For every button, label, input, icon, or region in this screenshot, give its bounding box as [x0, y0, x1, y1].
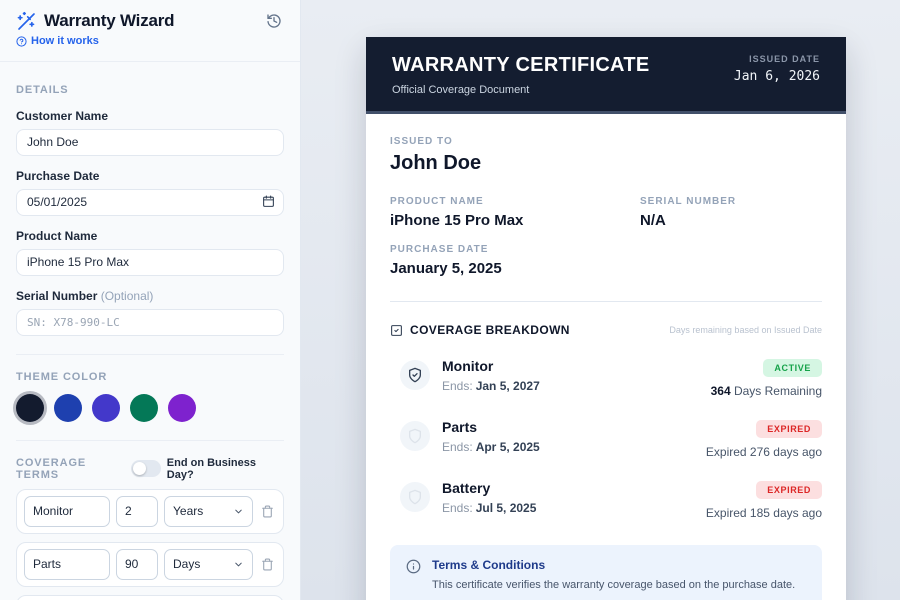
- purchase-date-value: January 5, 2025: [390, 260, 502, 277]
- status-badge-expired: EXPIRED: [756, 481, 822, 499]
- purchase-date-label: Purchase Date: [16, 168, 100, 183]
- purchase-date-input[interactable]: [16, 188, 284, 216]
- wand-sparkles-icon: [16, 11, 36, 31]
- coverage-item-name: Battery: [442, 480, 491, 496]
- term-unit-select[interactable]: Years: [164, 495, 253, 527]
- product-name-label: Product Name: [16, 228, 98, 243]
- issued-to-value: John Doe: [390, 152, 482, 174]
- coverage-breakdown-heading: COVERAGE BREAKDOWN: [410, 323, 570, 337]
- info-icon: [406, 559, 421, 574]
- coverage-terms-heading: COVERAGE TERMS: [16, 456, 87, 481]
- shield-icon-dim: [400, 482, 430, 512]
- term-name-input[interactable]: [24, 548, 110, 580]
- theme-swatch-purple[interactable]: [168, 393, 196, 422]
- term-unit-select[interactable]: Days: [164, 548, 253, 580]
- coverage-item-ends: Ends: Jul 5, 2025: [442, 501, 537, 515]
- coverage-item-remaining: 364 Days Remaining: [710, 384, 822, 398]
- shield-check-icon: [400, 360, 430, 390]
- issued-date-label: ISSUED DATE: [749, 54, 820, 64]
- term-name-input[interactable]: [24, 495, 110, 527]
- coverage-term-row: Years: [16, 488, 284, 534]
- theme-swatch-blue[interactable]: [54, 393, 82, 422]
- customer-name-label: Customer Name: [16, 108, 109, 123]
- serial-optional-note: (Optional): [100, 288, 154, 303]
- sidebar-header: Warranty Wizard How it works: [0, 0, 300, 62]
- delete-term-button[interactable]: [259, 556, 276, 573]
- issued-to-label: ISSUED TO: [390, 136, 453, 147]
- serial-number-value: N/A: [640, 212, 666, 229]
- app-title: Warranty Wizard: [44, 11, 175, 30]
- coverage-item-remaining: Expired 185 days ago: [705, 506, 822, 520]
- product-name-label: PRODUCT NAME: [390, 196, 484, 207]
- coverage-item-ends: Ends: Jan 5, 2027: [442, 379, 540, 393]
- chevron-down-icon: [233, 559, 244, 570]
- term-unit-value: Days: [173, 557, 201, 571]
- coverage-term-row: Days: [16, 541, 284, 587]
- chevron-down-icon: [233, 506, 244, 517]
- product-name-value: iPhone 15 Pro Max: [390, 212, 524, 229]
- theme-swatch-green[interactable]: [130, 393, 158, 422]
- coverage-item-name: Monitor: [442, 358, 494, 374]
- checklist-icon: [390, 324, 403, 337]
- business-day-toggle[interactable]: [131, 460, 161, 477]
- theme-swatches: [16, 393, 284, 422]
- coverage-item-remaining: Expired 276 days ago: [705, 445, 822, 459]
- terms-title: Terms & Conditions: [432, 558, 546, 572]
- coverage-item: Parts Ends: Apr 5, 2025 EXPIRED Expired 2…: [390, 419, 822, 459]
- serial-number-label: Serial Number (Optional): [16, 288, 154, 303]
- certificate-subtitle: Official Coverage Document: [392, 84, 530, 96]
- coverage-item: Monitor Ends: Jan 5, 2027 ACTIVE 364 Days…: [390, 358, 822, 398]
- warranty-certificate-card: WARRANTY CERTIFICATE Official Coverage D…: [366, 37, 846, 600]
- coverage-item-name: Parts: [442, 419, 478, 435]
- term-duration-input[interactable]: [116, 495, 158, 527]
- help-circle-icon: [16, 35, 27, 47]
- status-badge-active: ACTIVE: [763, 359, 822, 377]
- details-heading: DETAILS: [16, 83, 69, 96]
- history-button[interactable]: [264, 11, 284, 31]
- sidebar: Warranty Wizard How it works DETAILS Cus…: [0, 0, 301, 600]
- customer-name-input[interactable]: [16, 128, 284, 156]
- issued-date-value: Jan 6, 2026: [733, 69, 820, 84]
- calendar-icon[interactable]: [262, 195, 275, 208]
- coverage-item-ends: Ends: Apr 5, 2025: [442, 440, 540, 454]
- certificate-title: WARRANTY CERTIFICATE: [392, 54, 650, 76]
- theme-color-heading: THEME COLOR: [16, 370, 108, 383]
- shield-icon-dim: [400, 421, 430, 451]
- product-name-input[interactable]: [16, 248, 284, 276]
- term-duration-input[interactable]: [116, 548, 158, 580]
- theme-swatch-navy[interactable]: [16, 393, 44, 422]
- delete-term-button[interactable]: [259, 503, 276, 520]
- status-badge-expired: EXPIRED: [756, 420, 822, 438]
- serial-number-label: SERIAL NUMBER: [640, 196, 737, 207]
- business-day-toggle-label: End on Business Day?: [166, 456, 257, 481]
- how-it-works-label: How it works: [31, 35, 99, 47]
- coverage-term-row: Months: [16, 594, 284, 600]
- certificate-header: WARRANTY CERTIFICATE Official Coverage D…: [366, 37, 846, 114]
- breakdown-note: Days remaining based on Issued Date: [669, 325, 822, 335]
- certificate-preview-pane: WARRANTY CERTIFICATE Official Coverage D…: [301, 0, 900, 600]
- terms-and-conditions-box: Terms & Conditions This certificate veri…: [390, 545, 822, 600]
- coverage-item: Battery Ends: Jul 5, 2025 EXPIRED Expired…: [390, 480, 822, 520]
- terms-body: This certificate verifies the warranty c…: [432, 579, 796, 591]
- term-unit-value: Years: [173, 504, 204, 518]
- theme-swatch-indigo[interactable]: [92, 393, 120, 422]
- serial-number-input[interactable]: [16, 308, 284, 336]
- purchase-date-label: PURCHASE DATE: [390, 244, 489, 255]
- how-it-works-link[interactable]: How it works: [16, 35, 99, 47]
